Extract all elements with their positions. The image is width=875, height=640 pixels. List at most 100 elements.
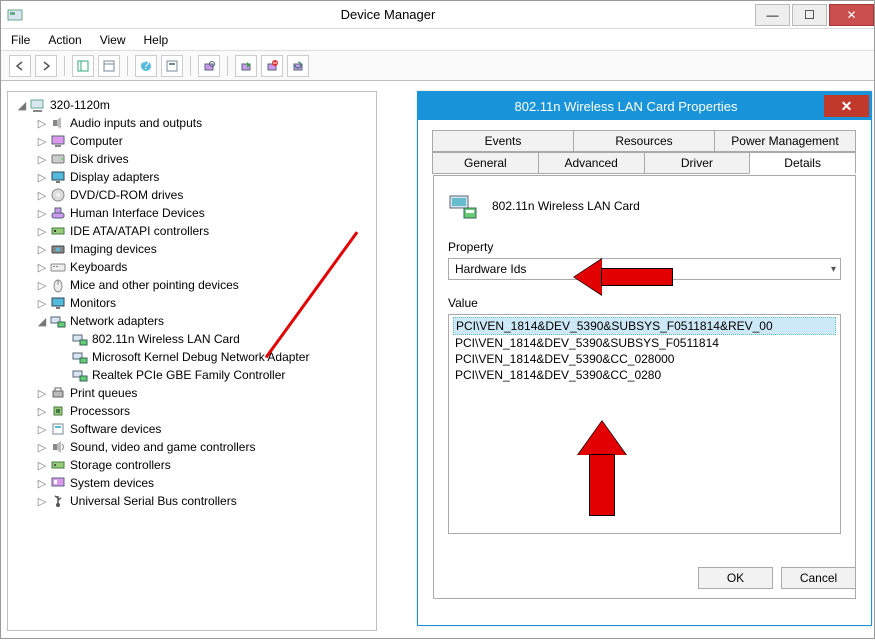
device-category-icon [50, 151, 66, 167]
ok-button[interactable]: OK [698, 567, 773, 589]
dialog-title: 802.11n Wireless LAN Card Properties [428, 99, 824, 114]
tab-resources[interactable]: Resources [573, 130, 715, 152]
tree-item[interactable]: ▷Audio inputs and outputs [10, 114, 374, 132]
tree-item[interactable]: ▷IDE ATA/ATAPI controllers [10, 222, 374, 240]
list-item[interactable]: PCI\VEN_1814&DEV_5390&CC_028000 [453, 351, 836, 367]
expand-icon[interactable]: ▷ [36, 495, 48, 508]
menu-file[interactable]: File [11, 33, 30, 47]
properties-dialog: 802.11n Wireless LAN Card Properties ✕ E… [417, 91, 872, 626]
tree-item[interactable]: ▷DVD/CD-ROM drives [10, 186, 374, 204]
device-category-icon [50, 223, 66, 239]
tree-item[interactable]: ▷System devices [10, 474, 374, 492]
computer-icon [30, 97, 46, 113]
tree-item[interactable]: Microsoft Kernel Debug Network Adapter [10, 348, 374, 366]
tree-item[interactable]: ▷Processors [10, 402, 374, 420]
tree-root[interactable]: ◢ 320-1120m [10, 96, 374, 114]
tab-power-management[interactable]: Power Management [714, 130, 856, 152]
expand-icon[interactable]: ▷ [36, 279, 48, 292]
window-title: Device Manager [23, 7, 753, 22]
device-tree[interactable]: ◢ 320-1120m ▷Audio inputs and outputs▷Co… [7, 91, 377, 631]
list-item[interactable]: PCI\VEN_1814&DEV_5390&CC_0280 [453, 367, 836, 383]
expand-icon[interactable]: ▷ [36, 153, 48, 166]
expand-icon[interactable]: ▷ [36, 243, 48, 256]
tab-details-panel: 802.11n Wireless LAN Card Property Hardw… [433, 175, 856, 599]
minimize-button[interactable]: — [755, 4, 790, 26]
show-hide-tree-button[interactable] [72, 55, 94, 77]
expand-icon[interactable]: ▷ [36, 441, 48, 454]
tree-item[interactable]: ▷Human Interface Devices [10, 204, 374, 222]
tab-driver[interactable]: Driver [644, 152, 751, 174]
expand-icon[interactable]: ▷ [36, 189, 48, 202]
tree-item[interactable]: ▷Sound, video and game controllers [10, 438, 374, 456]
dialog-close-button[interactable]: ✕ [824, 95, 869, 117]
network-adapter-icon [72, 367, 88, 383]
tree-item[interactable]: ▷Universal Serial Bus controllers [10, 492, 374, 510]
tree-item[interactable]: ▷Software devices [10, 420, 374, 438]
tree-item[interactable]: ▷Storage controllers [10, 456, 374, 474]
menu-action[interactable]: Action [48, 33, 81, 47]
collapse-icon[interactable]: ◢ [36, 315, 48, 328]
tree-item[interactable]: ▷Display adapters [10, 168, 374, 186]
action-button[interactable] [161, 55, 183, 77]
tree-item[interactable]: 802.11n Wireless LAN Card [10, 330, 374, 348]
device-category-icon [50, 475, 66, 491]
network-adapter-icon [72, 349, 88, 365]
tree-item[interactable]: ▷Print queues [10, 384, 374, 402]
content-area: ◢ 320-1120m ▷Audio inputs and outputs▷Co… [1, 81, 874, 640]
back-button[interactable] [9, 55, 31, 77]
expand-icon[interactable]: ▷ [36, 405, 48, 418]
cancel-button[interactable]: Cancel [781, 567, 856, 589]
maximize-button[interactable]: ☐ [792, 4, 827, 26]
device-category-icon [50, 259, 66, 275]
device-category-icon [50, 457, 66, 473]
tree-item[interactable]: ◢Network adapters [10, 312, 374, 330]
enable-button[interactable] [235, 55, 257, 77]
tab-general[interactable]: General [432, 152, 539, 174]
list-item[interactable]: PCI\VEN_1814&DEV_5390&SUBSYS_F0511814 [453, 335, 836, 351]
collapse-icon[interactable]: ◢ [16, 99, 28, 112]
tab-advanced[interactable]: Advanced [538, 152, 645, 174]
svg-text:?: ? [143, 60, 150, 72]
expand-icon[interactable]: ▷ [36, 387, 48, 400]
expand-icon[interactable]: ▷ [36, 117, 48, 130]
forward-button[interactable] [35, 55, 57, 77]
tab-events[interactable]: Events [432, 130, 574, 152]
separator [64, 56, 65, 76]
app-icon [7, 7, 23, 23]
separator [127, 56, 128, 76]
tree-item[interactable]: ▷Imaging devices [10, 240, 374, 258]
value-listbox[interactable]: PCI\VEN_1814&DEV_5390&SUBSYS_F0511814&RE… [448, 314, 841, 534]
expand-icon[interactable]: ▷ [36, 135, 48, 148]
device-category-icon [50, 169, 66, 185]
uninstall-button[interactable] [261, 55, 283, 77]
chevron-down-icon: ▾ [831, 264, 836, 275]
device-category-icon [50, 277, 66, 293]
expand-icon[interactable]: ▷ [36, 423, 48, 436]
expand-icon[interactable]: ▷ [36, 207, 48, 220]
help-button[interactable]: ? [135, 55, 157, 77]
window-titlebar: Device Manager — ☐ ✕ [1, 1, 874, 29]
tree-item[interactable]: Realtek PCIe GBE Family Controller [10, 366, 374, 384]
expand-icon[interactable]: ▷ [36, 477, 48, 490]
tab-strip: Events Resources Power Management Genera… [433, 130, 856, 176]
menu-view[interactable]: View [100, 33, 126, 47]
tree-item[interactable]: ▷Monitors [10, 294, 374, 312]
expand-icon[interactable]: ▷ [36, 297, 48, 310]
tab-details[interactable]: Details [749, 152, 856, 174]
device-category-icon [50, 421, 66, 437]
list-item[interactable]: PCI\VEN_1814&DEV_5390&SUBSYS_F0511814&RE… [453, 317, 836, 335]
expand-icon[interactable]: ▷ [36, 171, 48, 184]
menu-help[interactable]: Help [144, 33, 169, 47]
properties-button[interactable] [98, 55, 120, 77]
expand-icon[interactable]: ▷ [36, 459, 48, 472]
tree-item[interactable]: ▷Disk drives [10, 150, 374, 168]
device-category-icon [50, 403, 66, 419]
expand-icon[interactable]: ▷ [36, 225, 48, 238]
tree-item[interactable]: ▷Keyboards [10, 258, 374, 276]
close-button[interactable]: ✕ [829, 4, 874, 26]
update-button[interactable] [287, 55, 309, 77]
expand-icon[interactable]: ▷ [36, 261, 48, 274]
device-category-icon [50, 313, 66, 329]
tree-item[interactable]: ▷Computer [10, 132, 374, 150]
scan-button[interactable] [198, 55, 220, 77]
